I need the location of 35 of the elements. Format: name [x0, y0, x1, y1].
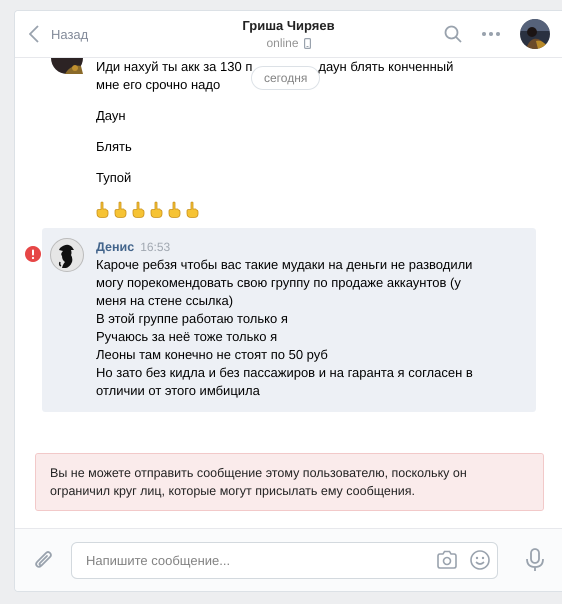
- online-status: online: [266, 36, 299, 50]
- author-name[interactable]: Денис: [96, 238, 134, 256]
- message-text: даун блять конченный: [318, 59, 454, 74]
- message-text: Но зато без кидла и без пассажиров и на гаранта я согласен в: [96, 364, 473, 382]
- hand-emoji-icon: [186, 200, 199, 218]
- hand-emoji-icon: [150, 200, 163, 218]
- message-text: В этой группе работаю только я: [96, 310, 289, 328]
- hand-emoji-icon: [168, 200, 181, 218]
- message-bubble[interactable]: [42, 228, 536, 412]
- camera-icon[interactable]: [436, 550, 458, 570]
- error-icon[interactable]: [25, 246, 41, 262]
- search-icon[interactable]: [444, 25, 462, 43]
- microphone-icon[interactable]: [526, 548, 544, 572]
- message-text: мне его срочно надо: [96, 77, 220, 92]
- hand-emoji-icon: [132, 200, 145, 218]
- message-text: могу порекомендовать свою группу по продаже аккаунтов (у: [96, 274, 462, 292]
- message-text: Даун: [96, 108, 126, 123]
- message-text: меня на стене ссылка): [96, 292, 234, 310]
- message-text: Ручаюсь за неё тоже только я: [96, 328, 278, 346]
- message-text: Иди нахуй ты акк за 130 п: [96, 59, 252, 74]
- contact-name: Гриша Чиряев: [242, 18, 335, 33]
- message-text: отличии от этого имбицила: [96, 382, 261, 400]
- message-text: Леоны там конечно не стоят по 50 руб: [96, 346, 329, 364]
- message-text: Тупой: [96, 170, 132, 185]
- smiley-icon[interactable]: [470, 550, 490, 570]
- message-time: 16:53: [140, 239, 170, 256]
- hand-emoji-icon: [114, 200, 127, 218]
- notice-banner: Вы не можете отправить сообщение этому пользователю, поскольку он ограничил круг лиц, которые могут присылать ему сообщения.: [35, 453, 544, 511]
- message-input[interactable]: Напишите сообщение...: [71, 542, 498, 578]
- hand-emoji-icon: [96, 200, 109, 218]
- silhouette-avatar-icon: [50, 238, 84, 272]
- message-text: Блять: [96, 139, 132, 154]
- back-button[interactable]: Назад: [15, 19, 155, 49]
- more-icon[interactable]: [482, 32, 500, 36]
- message-text: Кароче ребзя чтобы вас такие мудаки на деньги не разводили: [96, 256, 473, 274]
